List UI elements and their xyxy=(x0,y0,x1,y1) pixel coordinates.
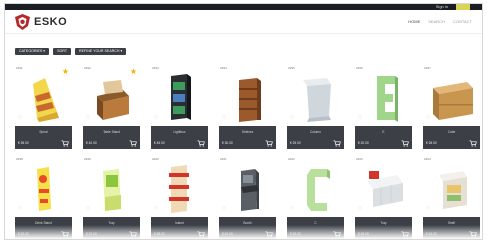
product-card[interactable]: 2391 ★ ♡ Spiral € 35.00 xyxy=(15,66,72,149)
product-code: 2397 xyxy=(424,66,431,70)
favorite-icon[interactable]: ♡ xyxy=(358,116,362,121)
nav-home[interactable]: HOME xyxy=(408,19,420,24)
product-card[interactable]: 2393 ♡ Lightbox € 45.00 xyxy=(151,66,208,149)
product-price: € 45.00 xyxy=(154,141,165,145)
green-floor-display-icon[interactable] xyxy=(83,157,140,217)
product-price: € 35.00 xyxy=(18,141,29,145)
product-card[interactable]: 2397 ♡ Cube € 28.00 xyxy=(423,66,480,149)
filter-toolbar: CATEGORIES ▾ SORT REFINE YOUR SEARCH ▾ xyxy=(15,48,127,55)
cart-icon[interactable] xyxy=(333,140,341,147)
product-price: € 40.00 xyxy=(86,141,97,145)
star-icon[interactable]: ★ xyxy=(62,68,69,76)
product-info-bar: E € 20.00 xyxy=(355,126,412,149)
product-card[interactable]: 2395 ♡ Column € 25.00 xyxy=(287,66,344,149)
product-grid: 2391 ★ ♡ Spiral € 35.00 2392 ★ ♡ Table Stand € 40… xyxy=(15,66,480,239)
product-price: € 30.00 xyxy=(222,141,233,145)
grey-kiosk-display-icon[interactable] xyxy=(219,157,276,217)
product-price: € 20.00 xyxy=(358,141,369,145)
product-info-bar: Column € 25.00 xyxy=(287,126,344,149)
red-shelf-display-icon[interactable] xyxy=(151,157,208,217)
favorite-icon[interactable]: ♡ xyxy=(154,116,158,121)
product-name[interactable]: Table Stand xyxy=(83,130,140,134)
nav-search[interactable]: SEARCH xyxy=(428,19,445,24)
product-card[interactable]: 2392 ★ ♡ Table Stand € 40.00 xyxy=(83,66,140,149)
product-card[interactable]: 2394 ♡ Shelves € 30.00 xyxy=(219,66,276,149)
cart-icon[interactable] xyxy=(197,140,205,147)
brand-name: ESKO xyxy=(34,16,68,28)
kraft-box-display-icon[interactable] xyxy=(423,66,480,126)
nav-contact[interactable]: CONTACT xyxy=(453,19,472,24)
esko-logo-icon[interactable] xyxy=(15,14,30,30)
product-code: 2402 xyxy=(288,157,295,161)
product-code: 2393 xyxy=(152,66,159,70)
product-code: 2391 xyxy=(16,66,23,70)
bottom-fade xyxy=(5,225,482,239)
product-code: 2396 xyxy=(356,66,363,70)
product-name[interactable]: Column xyxy=(287,130,344,134)
dark-tower-display-icon[interactable] xyxy=(151,66,208,126)
product-info-bar: Lightbox € 45.00 xyxy=(151,126,208,149)
white-tray-display-icon[interactable] xyxy=(355,157,412,217)
product-code: 2404 xyxy=(424,157,431,161)
yellow-bottle-display-icon[interactable] xyxy=(15,157,72,217)
favorite-icon[interactable]: ♡ xyxy=(86,207,90,212)
product-info-bar: Table Stand € 40.00 xyxy=(83,126,140,149)
product-code: 2392 xyxy=(84,66,91,70)
product-price: € 25.00 xyxy=(290,141,301,145)
product-code: 2403 xyxy=(356,157,363,161)
product-code: 2401 xyxy=(220,157,227,161)
favorite-icon[interactable]: ♡ xyxy=(222,116,226,121)
main-nav: HOME SEARCH CONTACT xyxy=(408,19,472,24)
white-counter-display-icon[interactable] xyxy=(423,157,480,217)
product-name[interactable]: Shelves xyxy=(219,130,276,134)
product-code: 2398 xyxy=(16,157,23,161)
product-name[interactable]: Cube xyxy=(423,130,480,134)
green-c-display-icon[interactable] xyxy=(287,157,344,217)
product-card[interactable]: 2396 ♡ E € 20.00 xyxy=(355,66,412,149)
favorite-icon[interactable]: ♡ xyxy=(290,207,294,212)
cart-icon[interactable] xyxy=(61,140,69,147)
product-price: € 28.00 xyxy=(426,141,437,145)
favorite-icon[interactable]: ♡ xyxy=(222,207,226,212)
product-info-bar: Cube € 28.00 xyxy=(423,126,480,149)
refine-search-button[interactable]: REFINE YOUR SEARCH ▾ xyxy=(75,48,127,55)
star-icon[interactable]: ★ xyxy=(130,68,137,76)
product-name[interactable]: Lightbox xyxy=(151,130,208,134)
favorite-icon[interactable]: ♡ xyxy=(358,207,362,212)
favorite-icon[interactable]: ♡ xyxy=(18,207,22,212)
product-code: 2394 xyxy=(220,66,227,70)
favorite-icon[interactable]: ♡ xyxy=(426,116,430,121)
app-window: Sign in ESKO HOME SEARCH CONTACT CATEGOR… xyxy=(4,3,483,240)
cart-icon[interactable] xyxy=(469,140,477,147)
green-letter-display-icon[interactable] xyxy=(355,66,412,126)
product-name[interactable]: Spiral xyxy=(15,130,72,134)
favorite-icon[interactable]: ♡ xyxy=(426,207,430,212)
favorite-icon[interactable]: ♡ xyxy=(290,116,294,121)
brown-shelf-display-icon[interactable] xyxy=(219,66,276,126)
product-code: 2399 xyxy=(84,157,91,161)
product-name[interactable]: E xyxy=(355,130,412,134)
cart-icon[interactable] xyxy=(129,140,137,147)
favorite-icon[interactable]: ♡ xyxy=(86,116,90,121)
favorite-icon[interactable]: ♡ xyxy=(154,207,158,212)
header: ESKO HOME SEARCH CONTACT xyxy=(5,10,482,34)
cart-icon[interactable] xyxy=(265,140,273,147)
product-info-bar: Spiral € 35.00 xyxy=(15,126,72,149)
product-code: 2400 xyxy=(152,157,159,161)
categories-button[interactable]: CATEGORIES ▾ xyxy=(15,48,50,55)
favorite-icon[interactable]: ♡ xyxy=(18,116,22,121)
white-pedestal-display-icon[interactable] xyxy=(287,66,344,126)
product-code: 2395 xyxy=(288,66,295,70)
product-info-bar: Shelves € 30.00 xyxy=(219,126,276,149)
cart-icon[interactable] xyxy=(401,140,409,147)
sort-button[interactable]: SORT xyxy=(53,48,72,55)
